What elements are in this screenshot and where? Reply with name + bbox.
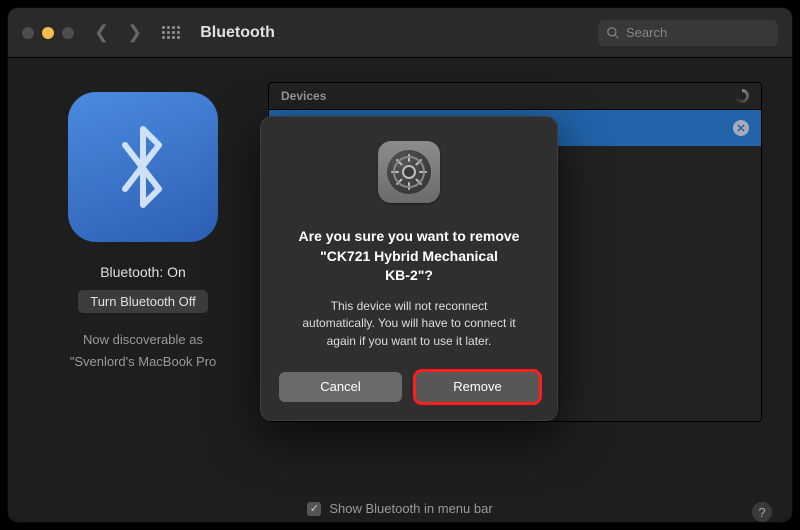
system-preferences-icon — [378, 141, 440, 203]
discoverable-text: Now discoverable as "Svenlord's MacBook … — [70, 329, 217, 373]
dialog-title: Are you sure you want to remove "CK721 H… — [299, 227, 520, 286]
search-input[interactable]: Search — [598, 20, 778, 46]
menubar-checkbox-label: Show Bluetooth in menu bar — [329, 501, 492, 516]
remove-button[interactable]: Remove — [416, 372, 539, 402]
window-title: Bluetooth — [200, 24, 588, 42]
titlebar: ❮ ❯ Bluetooth Search — [8, 8, 792, 58]
forward-button[interactable]: ❯ — [127, 22, 142, 43]
discoverable-line: Now discoverable as — [70, 329, 217, 351]
window-controls — [22, 27, 74, 39]
dialog-body: This device will not reconnect automatic… — [302, 298, 515, 350]
confirm-remove-dialog: Are you sure you want to remove "CK721 H… — [260, 116, 558, 421]
search-placeholder: Search — [626, 25, 667, 40]
remove-device-icon[interactable]: ✕ — [733, 120, 749, 136]
bluetooth-status-column: Bluetooth: On Turn Bluetooth Off Now dis… — [38, 82, 248, 477]
devices-header-label: Devices — [281, 89, 326, 103]
dialog-buttons: Cancel Remove — [279, 372, 539, 402]
zoom-window-button[interactable] — [62, 27, 74, 39]
scanning-spinner-icon — [735, 89, 749, 103]
back-button[interactable]: ❮ — [94, 22, 109, 43]
close-window-button[interactable] — [22, 27, 34, 39]
search-icon — [606, 26, 620, 40]
preferences-window: ❮ ❯ Bluetooth Search Bluetooth: On Turn … — [8, 8, 792, 522]
bluetooth-glyph-icon — [108, 117, 178, 217]
devices-header: Devices — [269, 83, 761, 110]
discoverable-device-name: "Svenlord's MacBook Pro — [70, 351, 217, 373]
gear-icon — [387, 150, 431, 194]
help-button[interactable]: ? — [752, 502, 772, 522]
minimize-window-button[interactable] — [42, 27, 54, 39]
bluetooth-icon — [68, 92, 218, 242]
toggle-bluetooth-button[interactable]: Turn Bluetooth Off — [78, 290, 208, 313]
show-all-icon[interactable] — [162, 26, 180, 40]
footer: ✓ Show Bluetooth in menu bar ? — [8, 487, 792, 522]
cancel-button[interactable]: Cancel — [279, 372, 402, 402]
bluetooth-status-label: Bluetooth: On — [100, 264, 186, 280]
menubar-checkbox[interactable]: ✓ — [307, 502, 321, 516]
nav-arrows: ❮ ❯ — [94, 22, 142, 43]
